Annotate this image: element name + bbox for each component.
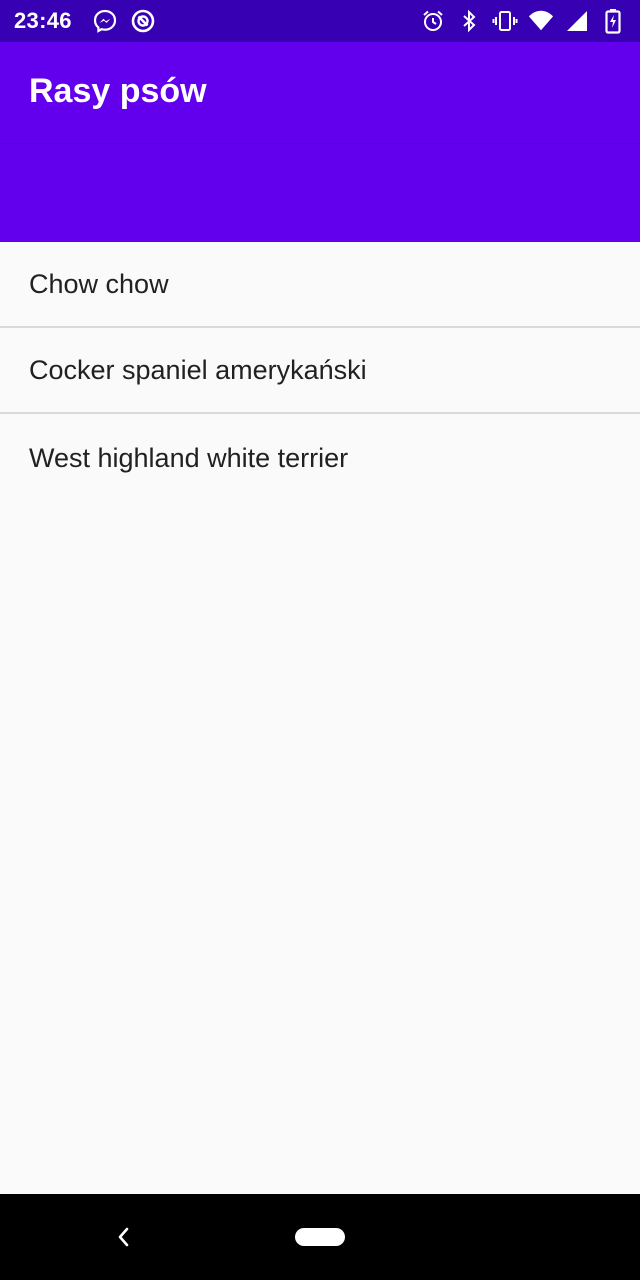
status-left-icons (92, 8, 156, 34)
status-right-icons (420, 8, 626, 34)
battery-charging-icon (600, 8, 626, 34)
signal-icon (564, 8, 590, 34)
toolbar: Rasy psów (0, 42, 640, 144)
breed-list: Chow chow Cocker spaniel amerykański Wes… (0, 242, 640, 502)
app-bar: Rasy psów (0, 42, 640, 242)
list-item-cocker-spaniel[interactable]: Cocker spaniel amerykański (0, 328, 640, 414)
wifi-icon (528, 8, 554, 34)
list-item-chow-chow[interactable]: Chow chow (0, 242, 640, 328)
list-item-west-highland-terrier[interactable]: West highland white terrier (0, 414, 640, 502)
bluetooth-icon (456, 8, 482, 34)
home-pill-icon[interactable] (295, 1228, 345, 1246)
status-time: 23:46 (14, 8, 72, 33)
alarm-icon (420, 8, 446, 34)
page-title: Rasy psów (29, 72, 207, 110)
navigation-bar (0, 1194, 640, 1280)
data-saver-icon (130, 8, 156, 34)
messenger-icon (92, 8, 118, 34)
back-icon[interactable] (108, 1222, 138, 1252)
status-bar: 23:46 (0, 0, 640, 42)
vibrate-icon (492, 8, 518, 34)
